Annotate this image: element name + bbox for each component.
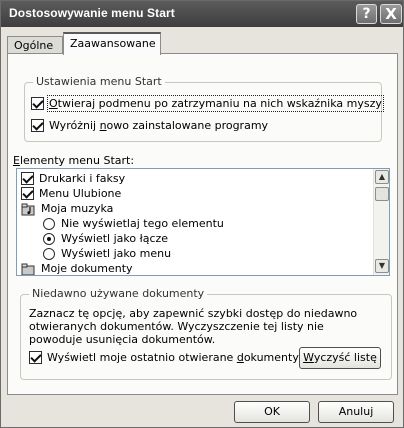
open-submenus-checkbox[interactable]: Otwieraj podmenu po zatrzymaniu na nich … bbox=[31, 95, 384, 112]
my-documents-label: Moje dokumenty bbox=[41, 262, 133, 275]
show-recent-label: Wyświetl moje ostatnio otwierane dokumen… bbox=[47, 351, 299, 364]
tab-advanced[interactable]: Zaawansowane bbox=[63, 32, 161, 55]
scroll-down-icon[interactable]: ▼ bbox=[375, 259, 389, 273]
list-scrollbar[interactable]: ▲ ▼ bbox=[373, 169, 389, 275]
show-recent-checkbox[interactable]: Wyświetl moje ostatnio otwierane dokumen… bbox=[29, 351, 299, 364]
hide-label: Nie wyświetlaj tego elementu bbox=[61, 217, 224, 230]
hide-radio[interactable] bbox=[43, 217, 55, 230]
open-submenus-check[interactable] bbox=[31, 97, 44, 110]
menu-label: Wyświetl jako menu bbox=[61, 247, 172, 260]
scroll-up-icon[interactable]: ▲ bbox=[375, 170, 389, 184]
radio-hide-item[interactable]: Nie wyświetlaj tego elementu bbox=[43, 216, 224, 231]
highlight-new-label: Wyróżnij nowo zainstalowane programy bbox=[49, 119, 269, 132]
tab-general[interactable]: Ogólne bbox=[7, 36, 63, 54]
menu-radio[interactable] bbox=[43, 247, 55, 260]
tab-panel: Ustawienia menu Start Otwieraj podmenu p… bbox=[7, 53, 398, 395]
list-item-printers[interactable]: Drukarki i faksy bbox=[21, 171, 125, 186]
music-folder-icon bbox=[21, 203, 35, 215]
dialog-window: Dostosowywanie menu Start ? X Ogólne Zaa… bbox=[0, 0, 404, 428]
show-recent-check[interactable] bbox=[29, 351, 42, 364]
clear-list-button[interactable]: Wyczyść listę bbox=[299, 347, 381, 369]
window-title: Dostosowywanie menu Start bbox=[9, 6, 175, 20]
printers-label: Drukarki i faksy bbox=[39, 172, 126, 185]
start-menu-settings-group: Ustawienia menu Start Otwieraj podmenu p… bbox=[24, 75, 384, 142]
link-label: Wyświetl jako łącze bbox=[61, 232, 169, 245]
documents-folder-icon bbox=[21, 263, 35, 275]
highlight-new-checkbox[interactable]: Wyróżnij nowo zainstalowane programy bbox=[31, 119, 268, 132]
recent-docs-description: Zaznacz tę opcję, aby zapewnić szybki do… bbox=[29, 307, 358, 346]
title-bar[interactable]: Dostosowywanie menu Start ? X bbox=[1, 1, 403, 27]
recent-docs-title: Niedawno używane dokumenty bbox=[29, 287, 208, 300]
start-menu-settings-title: Ustawienia menu Start bbox=[33, 75, 165, 88]
scroll-thumb[interactable] bbox=[375, 187, 389, 201]
radio-show-menu[interactable]: Wyświetl jako menu bbox=[43, 246, 171, 261]
favorites-check[interactable] bbox=[21, 187, 34, 200]
recent-docs-group: Niedawno używane dokumenty Zaznacz tę op… bbox=[20, 287, 392, 380]
my-music-label: Moja muzyka bbox=[41, 202, 114, 215]
link-radio[interactable] bbox=[43, 232, 55, 245]
list-item-my-music: Moja muzyka bbox=[21, 201, 113, 216]
list-item-favorites[interactable]: Menu Ulubione bbox=[21, 186, 121, 201]
favorites-label: Menu Ulubione bbox=[39, 187, 122, 200]
cancel-button[interactable]: Anuluj bbox=[318, 401, 394, 423]
list-content: Drukarki i faksy Menu Ulubione Moja muzy… bbox=[17, 169, 373, 275]
list-item-my-documents: Moje dokumenty bbox=[21, 261, 133, 275]
ok-button[interactable]: OK bbox=[234, 401, 310, 423]
radio-show-link[interactable]: Wyświetl jako łącze bbox=[43, 231, 168, 246]
open-submenus-label: Otwieraj podmenu po zatrzymaniu na nich … bbox=[47, 95, 384, 112]
close-button[interactable]: X bbox=[380, 4, 402, 24]
start-menu-items-list[interactable]: Drukarki i faksy Menu Ulubione Moja muzy… bbox=[16, 168, 390, 276]
highlight-new-check[interactable] bbox=[31, 119, 44, 132]
help-button[interactable]: ? bbox=[356, 4, 377, 24]
start-menu-items-label: Elementy menu Start: bbox=[13, 154, 135, 167]
printers-check[interactable] bbox=[21, 172, 34, 185]
